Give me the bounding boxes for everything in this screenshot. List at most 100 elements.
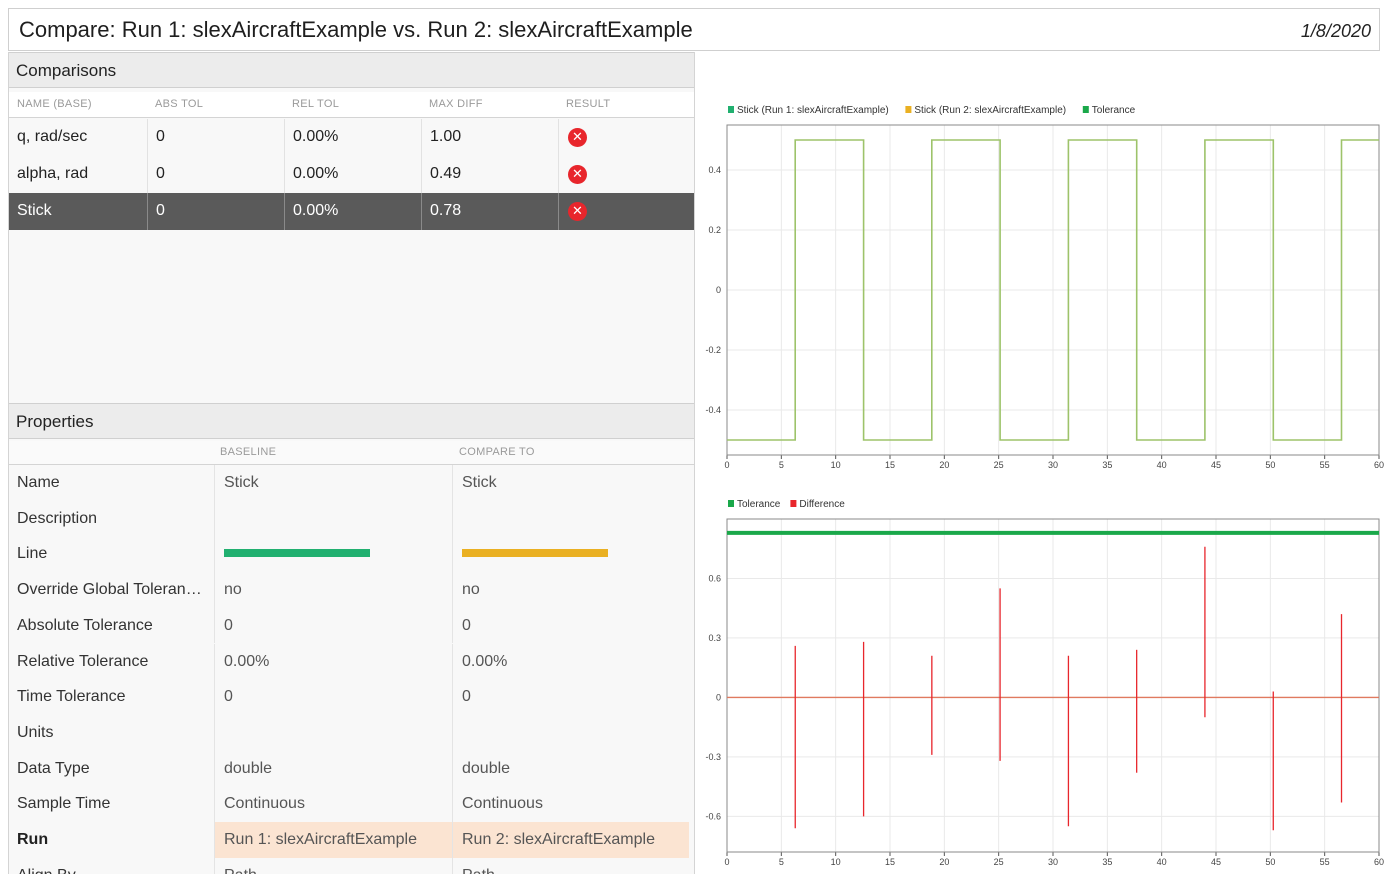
property-row[interactable]: Units [9,714,694,751]
legend-swatch [905,106,912,113]
column-baseline: BASELINE [220,446,277,458]
property-row[interactable]: Name Stick Stick [9,465,694,501]
compare-to-value [452,714,689,751]
legend-swatch [728,106,734,113]
x-tick-label: 15 [885,460,895,470]
column-abs-tol[interactable]: ABS TOL [155,98,203,110]
property-row[interactable]: Data Type double double [9,750,694,787]
x-tick-label: 5 [779,857,784,867]
properties-title: Properties [16,412,94,431]
baseline-value [214,500,452,537]
compare-to-value: 0 [452,607,689,644]
signal-name: q, rad/sec [17,128,88,145]
y-tick-label: 0.2 [708,225,721,235]
max-diff-value: 0.78 [421,193,558,230]
x-tick-label: 15 [885,857,895,867]
property-name: Run [17,831,49,848]
rel-tol-value: 0.00% [284,119,421,156]
result-cell: ✕ [558,193,694,230]
comparisons-header[interactable]: Comparisons [9,52,694,88]
column-rel-tol[interactable]: REL TOL [292,98,339,110]
baseline-value: Continuous [214,786,452,822]
result-cell: ✕ [558,156,694,193]
comparisons-column-headers: NAME (BASE) ABS TOL REL TOL MAX DIFF RES… [9,92,694,118]
x-tick-label: 50 [1265,460,1275,470]
baseline-value: 0.00% [214,643,452,680]
title-bar: Compare: Run 1: slexAircraftExample vs. … [8,8,1380,51]
y-tick-label: 0 [716,692,721,702]
x-tick-label: 45 [1211,857,1221,867]
x-tick-label: 55 [1320,460,1330,470]
x-tick-label: 60 [1374,857,1384,867]
y-tick-label: -0.4 [705,405,721,415]
property-name: Absolute Tolerance [17,616,153,634]
baseline-value: Stick [214,465,452,501]
property-row[interactable]: Sample Time Continuous Continuous [9,786,694,822]
baseline-line-swatch[interactable] [224,549,370,558]
baseline-value [214,536,452,573]
x-tick-label: 35 [1102,460,1112,470]
x-tick-label: 5 [779,460,784,470]
property-name: Override Global Tolerance [17,581,202,599]
x-tick-label: 0 [724,857,729,867]
rel-tol-value: 0.00% [284,156,421,193]
y-tick-label: -0.2 [705,345,721,355]
baseline-value: 0 [214,679,452,715]
x-tick-label: 0 [724,460,729,470]
property-row[interactable]: Align By PathPath [9,857,694,874]
y-tick-label: 0.4 [708,165,721,175]
signal-plot-axes: 0 5 10 15 20 25 30 35 40 45 50 55 60 0.4 0.2 0 -0.2 -0.4 [705,124,1384,470]
property-row[interactable]: Run Run 1: slexAircraftExample Run 2: slex… [9,822,694,858]
column-compare-to: COMPARE TO [459,446,535,458]
y-tick-label: 0 [716,285,721,295]
legend-entry: Difference [799,499,845,510]
property-row[interactable]: Time Tolerance 0 0 [9,679,694,715]
baseline-value [214,714,452,751]
x-tick-label: 55 [1320,857,1330,867]
property-row[interactable]: Override Global Tolerance no no [9,572,694,608]
y-tick-label: -0.3 [705,752,721,762]
x-tick-label: 10 [831,460,841,470]
comparison-row[interactable]: Stick 0 0.00% 0.78 ✕ [9,193,694,230]
properties-header[interactable]: Properties [9,403,694,439]
baseline-value: Run 1: slexAircraftExample [214,822,452,858]
plot-area: Stick (Run 1: slexAircraftExample) Stick … [696,52,1385,874]
property-name: Line [17,545,48,563]
legend-entry: Stick (Run 2: slexAircraftExample) [914,105,1066,116]
legend-entry: Tolerance [1092,105,1136,116]
property-row[interactable]: Line [9,536,694,573]
legend-swatch [1082,106,1089,113]
property-row[interactable]: Absolute Tolerance 0 0 [9,607,694,644]
baseline-value: 0 [214,607,452,644]
column-max-diff[interactable]: MAX DIFF [429,98,483,110]
abs-tol-value: 0 [147,156,284,193]
property-name: Time Tolerance [17,688,126,706]
x-tick-label: 35 [1102,857,1112,867]
x-tick-label: 20 [939,857,949,867]
abs-tol-value: 0 [147,119,284,156]
baseline-value: no [214,572,452,608]
property-row[interactable]: Description [9,500,694,537]
comparison-row[interactable]: q, rad/sec 0 0.00% 1.00 ✕ [9,119,694,156]
property-row[interactable]: Relative Tolerance 0.00% 0.00% [9,643,694,680]
column-name[interactable]: NAME (BASE) [17,98,92,110]
property-name: Relative Tolerance [17,652,149,670]
column-result[interactable]: RESULT [566,98,610,110]
signal-name: alpha, rad [17,165,89,182]
property-name: Units [17,723,54,741]
compare-line-swatch[interactable] [462,549,608,558]
compare-to-value: Path [452,857,689,874]
rel-tol-value: 0.00% [284,193,421,230]
window-title: Compare: Run 1: slexAircraftExample vs. … [19,17,693,42]
comparison-row[interactable]: alpha, rad 0 0.00% 0.49 ✕ [9,156,694,193]
fail-icon: ✕ [568,202,587,221]
comparison-plots[interactable]: Stick (Run 1: slexAircraftExample) Stick … [696,52,1385,874]
max-diff-value: 1.00 [421,119,558,156]
y-tick-label: 0.6 [708,573,721,583]
y-tick-label: -0.6 [705,811,721,821]
x-tick-label: 60 [1374,460,1384,470]
x-tick-label: 40 [1157,460,1167,470]
property-name: Align By [17,867,202,874]
x-tick-label: 10 [831,857,841,867]
x-tick-label: 25 [994,857,1004,867]
